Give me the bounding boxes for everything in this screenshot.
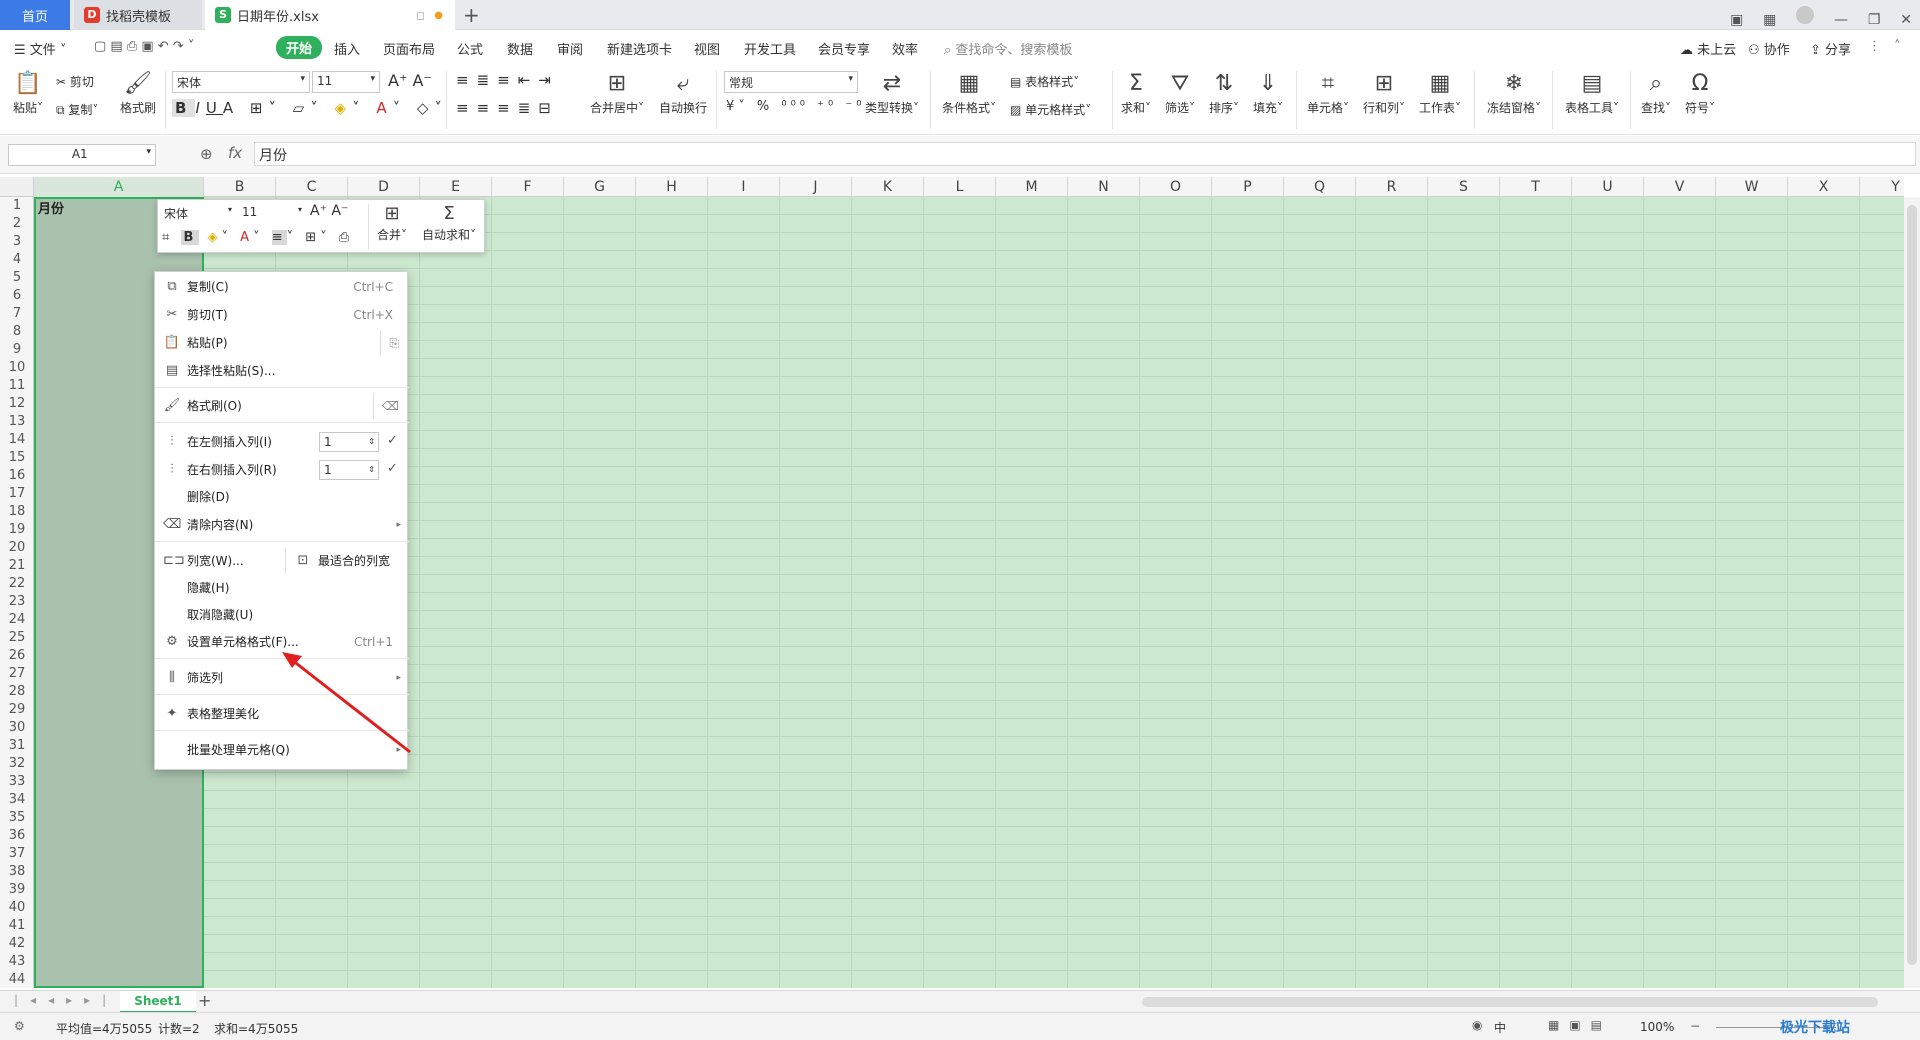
watermark-logo: 极光下载站 [1780, 1020, 1850, 1036]
eye-protect-icon[interactable]: ◉ [1472, 1018, 1482, 1032]
status-avg: 平均值=4万5055 [56, 1022, 153, 1036]
status-count: 计数=2 [158, 1022, 200, 1036]
zoom-level[interactable]: 100% [1640, 1020, 1674, 1034]
ime-indicator[interactable]: 中 [1494, 1019, 1506, 1036]
vertical-scrollbar[interactable] [1904, 197, 1920, 988]
sheet-tab-sheet1[interactable]: Sheet1 [120, 991, 196, 1013]
zoom-out-icon[interactable]: − [1690, 1019, 1700, 1033]
view-mode-icons[interactable]: ▦▣▤ [1548, 1018, 1612, 1032]
vertical-scroll-thumb[interactable] [1907, 205, 1917, 965]
status-bar: ⚙ 平均值=4万5055 计数=2 求和=4万5055 ◉ 中 ▦▣▤ 100%… [0, 1012, 1920, 1040]
sheet-bar: |◂◂▸▸| Sheet1 + [0, 990, 1920, 1013]
horizontal-scrollbar[interactable] [1142, 997, 1878, 1007]
status-sum: 求和=4万5055 [214, 1022, 299, 1036]
sheet-nav-icons[interactable]: |◂◂▸▸| [14, 993, 118, 1007]
annotation-arrow [282, 652, 411, 754]
macro-icon[interactable]: ⚙ [14, 1019, 25, 1033]
add-sheet-button[interactable]: + [198, 991, 211, 1010]
